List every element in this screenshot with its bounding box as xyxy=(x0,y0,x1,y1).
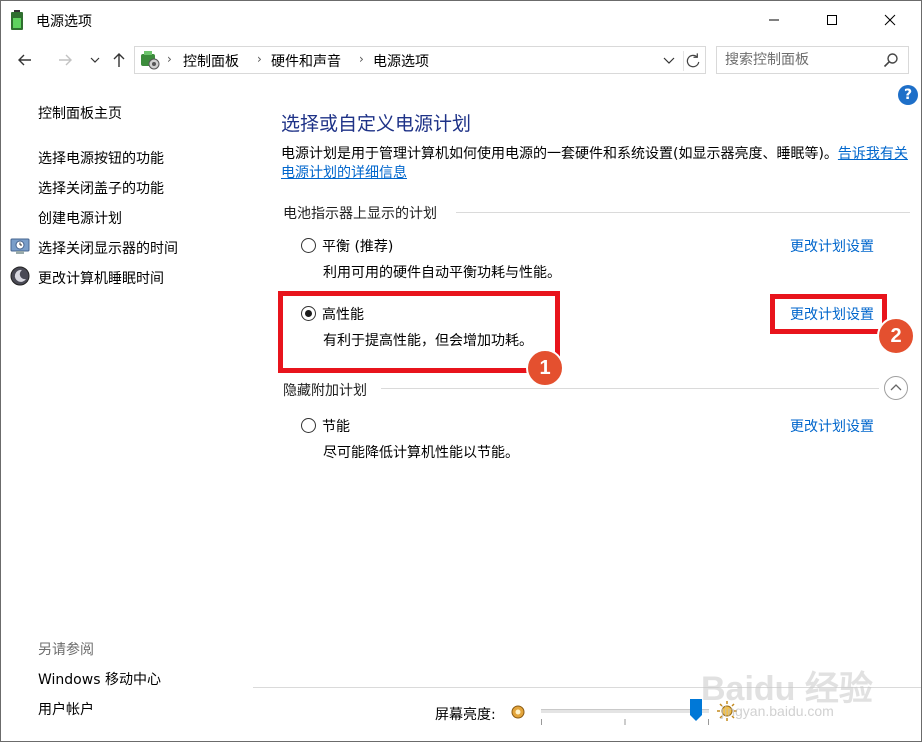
up-button[interactable] xyxy=(107,48,131,72)
breadcrumb-power-options[interactable]: 电源选项 xyxy=(373,51,429,71)
address-bar[interactable]: › 控制面板 › 硬件和声音 › 电源选项 xyxy=(134,46,706,74)
brightness-slider-track[interactable] xyxy=(541,709,709,713)
balanced-change-settings-link[interactable]: 更改计划设置 xyxy=(790,236,874,256)
battery-app-icon xyxy=(11,10,23,30)
display-timer-icon xyxy=(10,238,30,254)
help-icon[interactable]: ? xyxy=(898,85,918,105)
balanced-plan-description: 利用可用的硬件自动平衡功耗与性能。 xyxy=(323,265,561,281)
chevron-down-icon xyxy=(90,57,100,63)
chevron-up-icon xyxy=(890,384,902,391)
control-panel-icon xyxy=(141,51,160,70)
refresh-icon[interactable] xyxy=(683,51,703,71)
search-icon[interactable] xyxy=(883,52,899,68)
close-button[interactable] xyxy=(867,1,913,39)
navigation-bar: › 控制面板 › 硬件和声音 › 电源选项 xyxy=(1,39,921,82)
arrow-up-icon xyxy=(113,53,125,67)
search-input[interactable] xyxy=(725,51,875,69)
control-panel-home-link[interactable]: 控制面板主页 xyxy=(38,103,122,123)
maximize-icon xyxy=(827,15,837,25)
power-saver-plan-radio[interactable] xyxy=(301,418,316,433)
brightness-slider-ticks xyxy=(541,719,709,725)
window-title: 电源选项 xyxy=(36,14,92,30)
close-icon xyxy=(884,14,896,26)
brightness-low-icon xyxy=(511,705,525,719)
title-bar: 电源选项 xyxy=(1,1,921,39)
step-badge-2: 2 xyxy=(877,317,915,355)
sleep-time-link[interactable]: 更改计算机睡眠时间 xyxy=(38,268,164,288)
highlight-box-2 xyxy=(770,294,887,334)
back-button[interactable] xyxy=(13,48,37,72)
forward-button[interactable] xyxy=(53,48,77,72)
minimize-button[interactable] xyxy=(751,1,797,39)
see-also-heading: 另请参阅 xyxy=(38,642,94,658)
breadcrumb-separator-icon[interactable]: › xyxy=(257,52,262,66)
highlight-box-1 xyxy=(278,291,560,373)
breadcrumb-separator-icon[interactable]: › xyxy=(359,52,364,66)
create-power-plan-link[interactable]: 创建电源计划 xyxy=(38,208,122,228)
breadcrumb-control-panel[interactable]: 控制面板 xyxy=(183,51,239,71)
power-options-window: 电源选项 › 控制面板 › 硬件和声音 › 电源选项 搜索控制面板 ? 控制面板… xyxy=(0,0,922,742)
collapse-hidden-plans-button[interactable] xyxy=(884,376,908,400)
arrow-right-icon xyxy=(59,54,72,66)
search-box xyxy=(716,46,909,74)
battery-plans-heading: 电池指示器上显示的计划 xyxy=(283,206,437,222)
watermark-url: jingyan.baidu.com xyxy=(721,703,834,719)
page-description: 电源计划是用于管理计算机如何使用电源的一套硬件和系统设置(如显示器亮度、睡眠等)… xyxy=(281,145,911,183)
power-saver-plan-description: 尽可能降低计算机性能以节能。 xyxy=(323,445,519,461)
recent-locations-button[interactable] xyxy=(83,48,107,72)
minimize-icon xyxy=(769,19,779,21)
user-accounts-link[interactable]: 用户帐户 xyxy=(38,699,94,719)
sleep-moon-icon xyxy=(10,266,30,286)
lid-close-function-link[interactable]: 选择关闭盖子的功能 xyxy=(38,178,164,198)
hidden-plans-heading: 隐藏附加计划 xyxy=(283,383,367,399)
power-saver-plan-name[interactable]: 节能 xyxy=(322,416,350,436)
arrow-left-icon xyxy=(18,54,31,66)
breadcrumb-separator-icon: › xyxy=(167,52,172,66)
section-divider xyxy=(381,388,879,389)
power-saver-change-settings-link[interactable]: 更改计划设置 xyxy=(790,416,874,436)
brightness-label: 屏幕亮度: xyxy=(435,707,496,723)
maximize-button[interactable] xyxy=(809,1,855,39)
display-off-time-link[interactable]: 选择关闭显示器的时间 xyxy=(38,238,178,258)
balanced-plan-name[interactable]: 平衡 (推荐) xyxy=(322,236,393,256)
section-divider xyxy=(456,212,910,213)
breadcrumb-hardware-sound[interactable]: 硬件和声音 xyxy=(271,51,341,71)
power-button-function-link[interactable]: 选择电源按钮的功能 xyxy=(38,148,164,168)
description-text: 电源计划是用于管理计算机如何使用电源的一套硬件和系统设置(如显示器亮度、睡眠等)… xyxy=(281,146,838,162)
address-dropdown-icon[interactable] xyxy=(662,53,676,67)
windows-mobility-center-link[interactable]: Windows 移动中心 xyxy=(38,669,161,689)
step-badge-1: 1 xyxy=(526,349,564,387)
balanced-plan-radio[interactable] xyxy=(301,238,316,253)
page-title: 选择或自定义电源计划 xyxy=(281,113,472,135)
